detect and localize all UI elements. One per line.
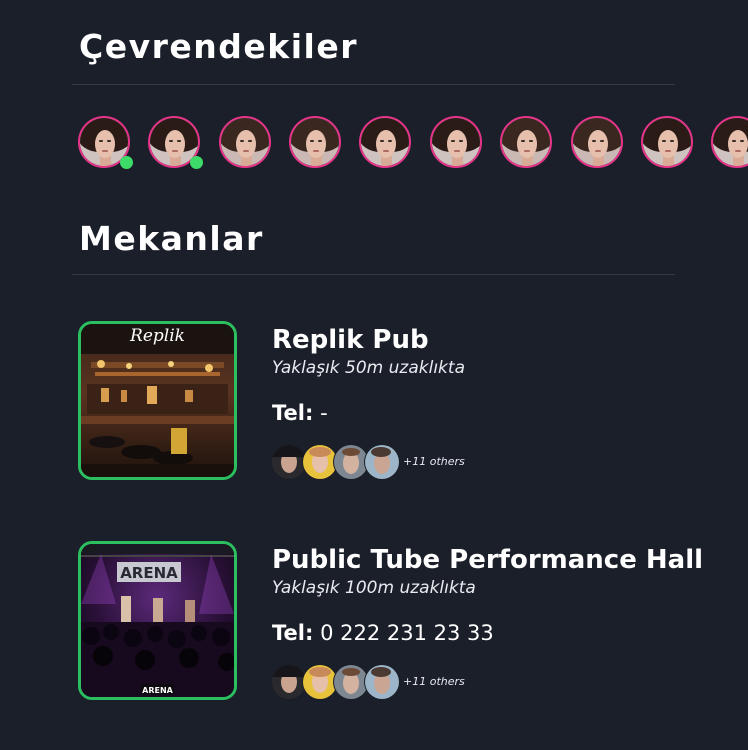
venue-logo: Replik <box>130 326 185 346</box>
venue-distance: Yaklaşık 100m uzaklıkta <box>272 578 476 598</box>
attendee-avatar <box>303 665 337 699</box>
venue-phone[interactable]: Tel: 0 222 231 23 33 <box>272 623 494 644</box>
venue-card-public-tube[interactable]: ARENA ARENA Public Tube Performance Hall… <box>78 541 738 703</box>
phone-value: - <box>320 401 328 425</box>
nearby-user-avatar[interactable] <box>219 116 271 168</box>
attendee-avatar <box>334 445 368 479</box>
attendee-avatar <box>303 445 337 479</box>
venue-phone[interactable]: Tel: - <box>272 403 328 424</box>
venues-section-title: Mekanlar <box>79 219 264 258</box>
attendee-avatar <box>365 665 399 699</box>
venue-distance: Yaklaşık 50m uzaklıkta <box>272 358 465 378</box>
online-indicator <box>120 156 133 169</box>
arena-sign-text: ARENA <box>120 564 178 582</box>
arena-footer-logo: ARENA <box>142 686 174 695</box>
venue-image[interactable]: Replik <box>78 321 237 480</box>
attendee-avatar <box>272 665 306 699</box>
venue-card-replik-pub[interactable]: Replik Replik Pub Yaklaşık 50m uzaklıkta… <box>78 321 718 483</box>
attendees-others-count: +11 others <box>403 675 465 688</box>
attendee-avatar <box>272 445 306 479</box>
nearby-user-avatar[interactable] <box>359 116 411 168</box>
venue-attendees[interactable]: +11 others <box>272 445 492 481</box>
nearby-avatars-row[interactable] <box>78 116 748 176</box>
nearby-section-title: Çevrendekiler <box>79 27 358 66</box>
bar-interior-image <box>81 324 234 477</box>
venue-attendees[interactable]: +11 others <box>272 665 492 701</box>
nearby-user-avatar[interactable] <box>641 116 693 168</box>
attendee-avatar <box>334 665 368 699</box>
phone-value: 0 222 231 23 33 <box>320 621 494 645</box>
phone-label: Tel: <box>272 401 314 425</box>
online-indicator <box>190 156 203 169</box>
venue-name[interactable]: Public Tube Performance Hall <box>272 547 703 573</box>
concert-stage-image: ARENA ARENA <box>81 544 234 697</box>
venue-name[interactable]: Replik Pub <box>272 327 429 353</box>
nearby-user-avatar[interactable] <box>430 116 482 168</box>
phone-label: Tel: <box>272 621 314 645</box>
attendee-avatar <box>365 445 399 479</box>
nearby-divider <box>72 84 675 85</box>
nearby-user-avatar[interactable] <box>571 116 623 168</box>
venues-divider <box>72 274 675 275</box>
venue-image[interactable]: ARENA ARENA <box>78 541 237 700</box>
nearby-user-avatar[interactable] <box>711 116 748 168</box>
nearby-user-avatar[interactable] <box>289 116 341 168</box>
attendees-others-count: +11 others <box>403 455 465 468</box>
nearby-user-avatar[interactable] <box>500 116 552 168</box>
